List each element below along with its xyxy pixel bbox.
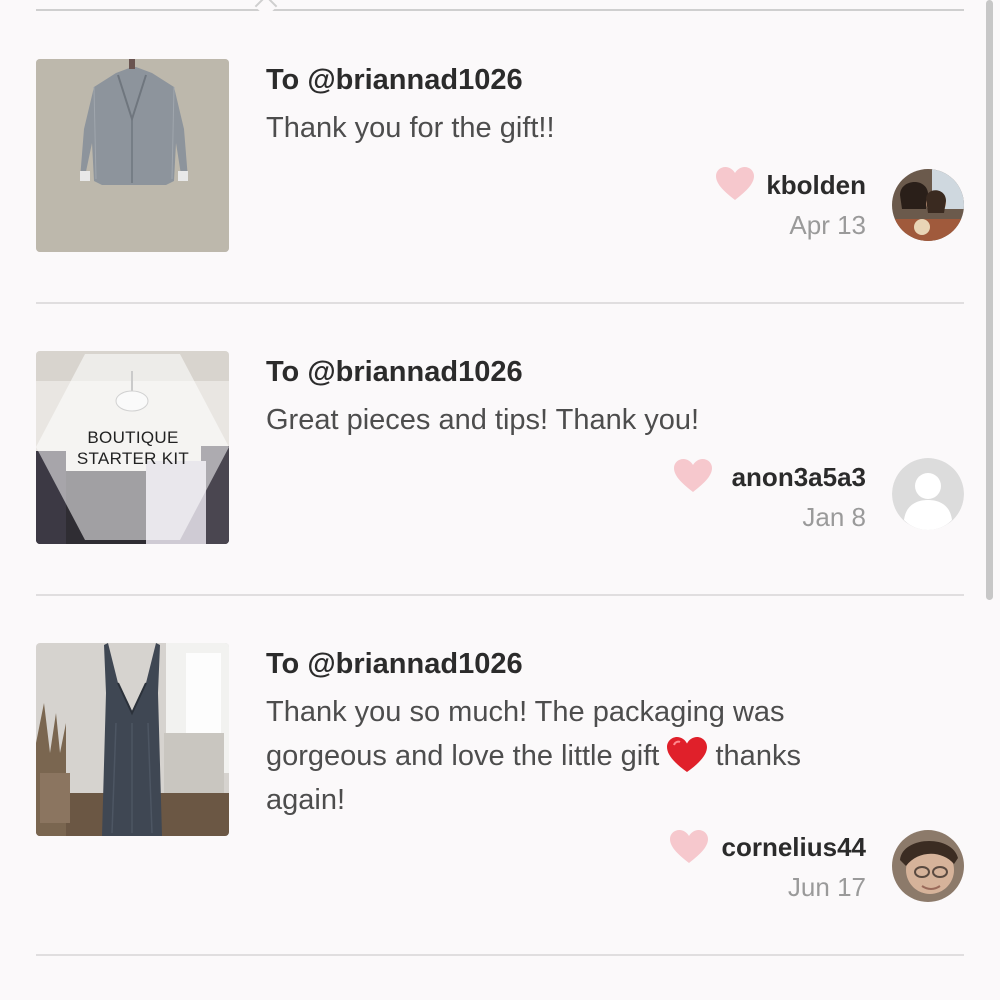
recipient-label[interactable]: To @briannad1026 xyxy=(266,648,523,681)
default-avatar-icon[interactable] xyxy=(892,458,964,530)
review-item: To @briannad1026 Thank you for the gift!… xyxy=(36,12,964,304)
kit-label: BOUTIQUE STARTER KIT xyxy=(76,428,190,468)
review-message: Thank you so much! The packaging was gor… xyxy=(266,696,801,816)
review-item: BOUTIQUE STARTER KIT To @briannad1026 Gr… xyxy=(36,304,964,596)
user-avatar[interactable] xyxy=(892,830,964,902)
review-date: Apr 13 xyxy=(789,210,866,240)
review-divider xyxy=(36,954,964,956)
top-divider xyxy=(36,9,964,11)
heart-icon[interactable] xyxy=(674,459,712,493)
blazer-thumbnail[interactable] xyxy=(36,59,229,252)
review-message: Thank you for the gift!! xyxy=(266,112,555,144)
dress-thumbnail[interactable] xyxy=(36,643,229,836)
user-avatar[interactable] xyxy=(892,169,964,241)
reviewer-username[interactable]: kbolden xyxy=(766,170,866,201)
reviewer-username[interactable]: cornelius44 xyxy=(721,832,866,863)
review-item: To @briannad1026 Thank you so much! The … xyxy=(36,596,964,956)
reviewer-username[interactable]: anon3a5a3 xyxy=(732,462,866,493)
recipient-label[interactable]: To @briannad1026 xyxy=(266,64,523,97)
red-heart-emoji-icon xyxy=(667,737,708,772)
scrollbar[interactable] xyxy=(986,0,993,600)
heart-icon[interactable] xyxy=(716,167,754,201)
heart-icon[interactable] xyxy=(670,830,708,864)
review-date: Jun 17 xyxy=(787,872,866,902)
recipient-label[interactable]: To @briannad1026 xyxy=(266,356,523,389)
boutique-starter-kit-thumbnail[interactable]: BOUTIQUE STARTER KIT xyxy=(36,351,229,544)
review-message: Great pieces and tips! Thank you! xyxy=(266,404,700,436)
review-date: Jan 8 xyxy=(802,502,866,532)
